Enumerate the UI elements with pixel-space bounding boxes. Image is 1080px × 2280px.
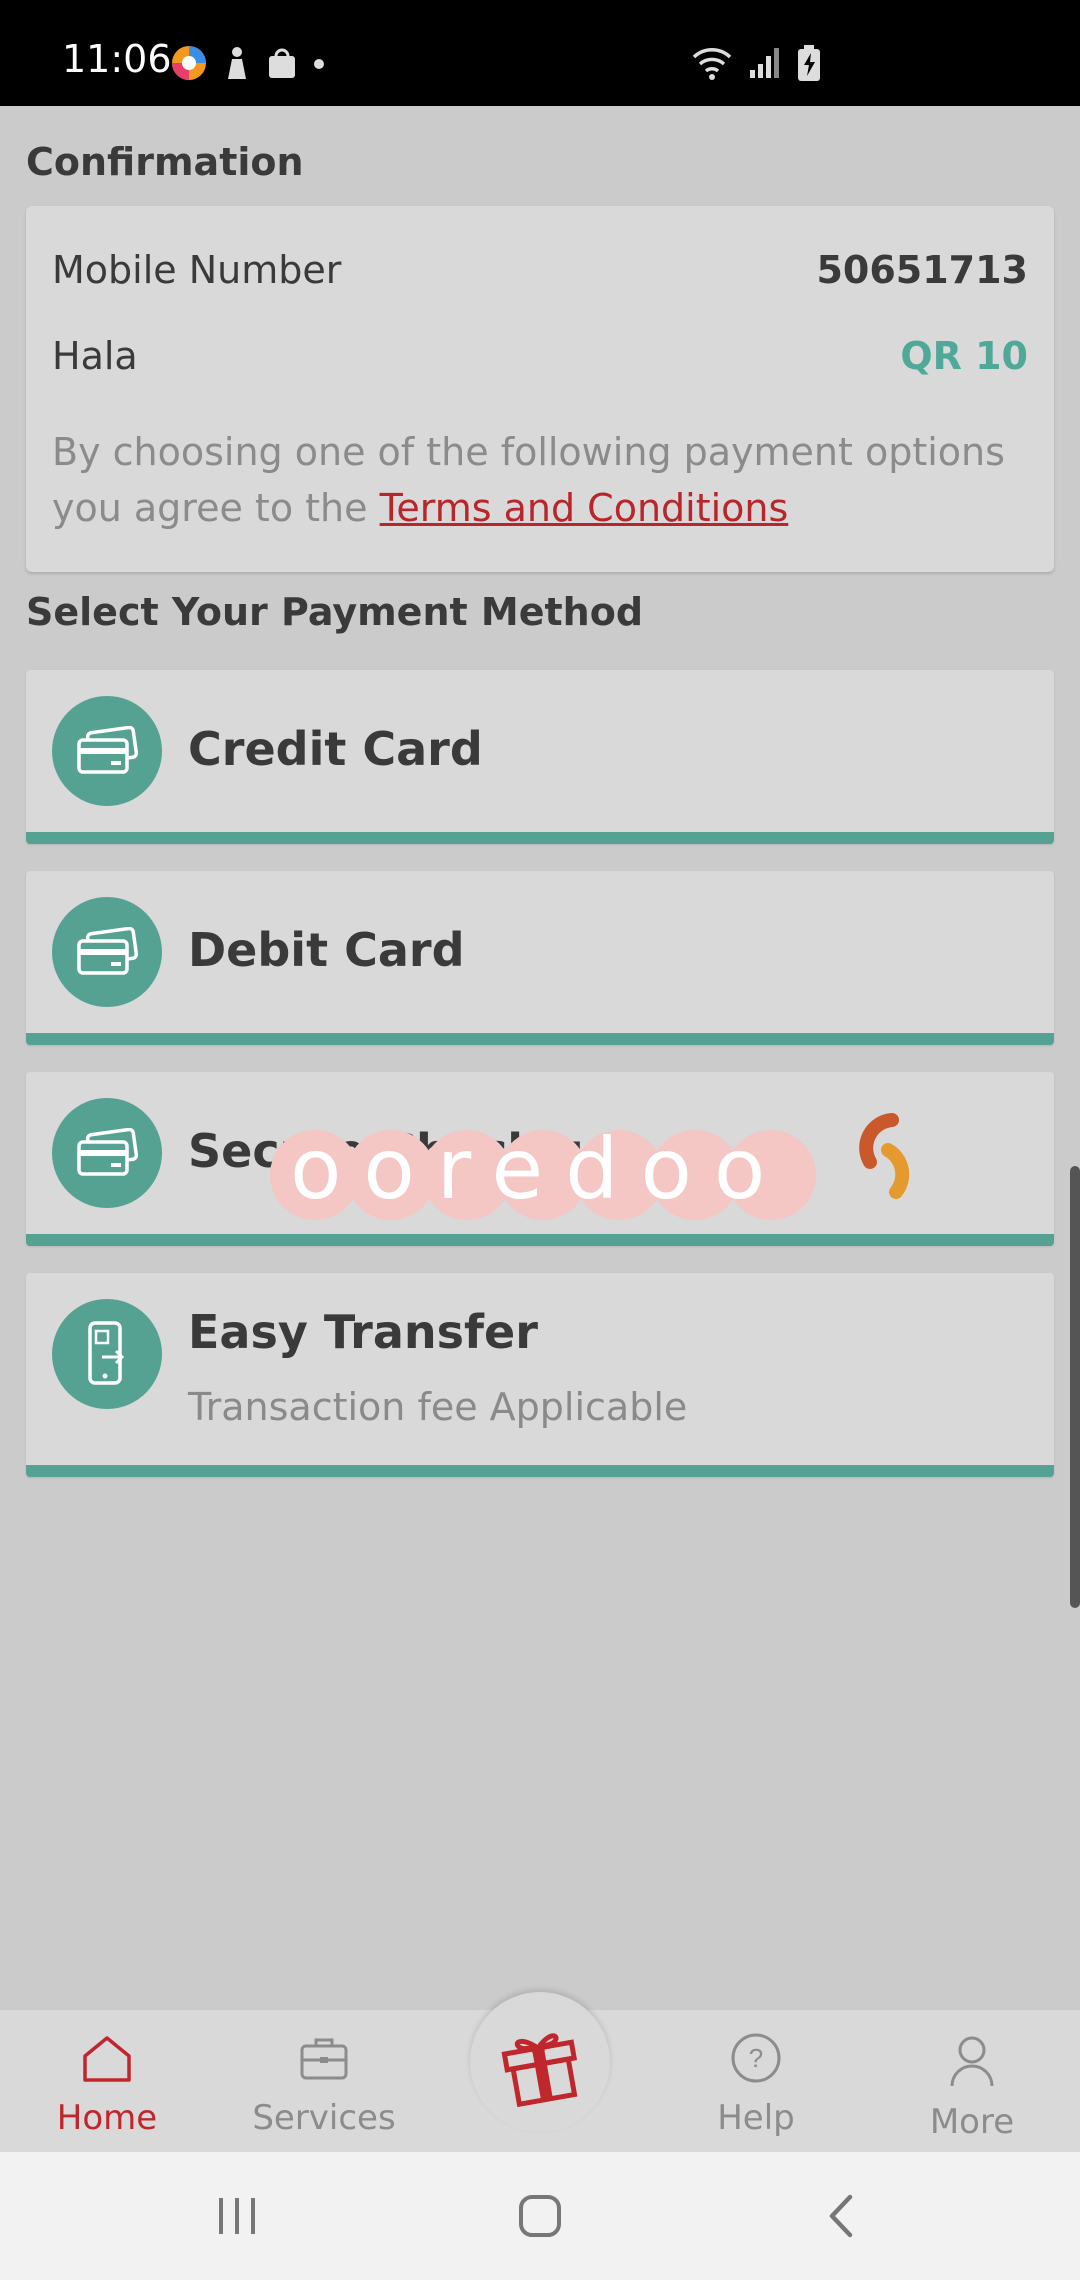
spinner-icon [852,1110,932,1204]
qr-transfer-icon [52,1299,162,1409]
wifi-icon [690,45,734,85]
nav-more-label: More [929,2102,1015,2142]
debit-card-label: Debit Card [188,923,465,977]
mobile-number-label: Mobile Number [52,248,342,292]
gift-button[interactable] [470,1992,610,2132]
plan-amount: QR 10 [900,334,1028,378]
mobile-number-value: 50651713 [816,248,1028,292]
system-nav-bar [0,2152,1080,2280]
confirmation-card: Mobile Number 50651713 Hala QR 10 By cho… [26,206,1054,572]
nav-home-label: Home [56,2098,158,2138]
home-circle-icon[interactable] [510,2186,570,2246]
status-bar: 11:06 [0,0,1080,106]
payment-method-title: Select Your Payment Method [26,590,644,634]
loader-brand-text: ooredoo [290,1120,788,1218]
debit-card-option[interactable]: Debit Card [26,871,1054,1045]
terms-text: By choosing one of the following payment… [52,424,1028,536]
mobile-number-row: Mobile Number 50651713 [52,248,1028,292]
home-icon [79,2036,135,2088]
credit-card-icon [52,1098,162,1208]
plan-row: Hala QR 10 [52,334,1028,378]
confirmation-title: Confirmation [26,140,304,184]
dot-icon [312,56,326,75]
nav-services-label: Services [252,2098,396,2138]
nav-more[interactable]: More [882,2032,1062,2142]
credit-card-option[interactable]: Credit Card [26,670,1054,844]
plan-label: Hala [52,334,138,378]
nav-home[interactable]: Home [17,2032,197,2138]
battery-charging-icon [796,44,822,86]
scrollbar[interactable] [1070,1166,1080,1608]
loading-indicator: ooredoo [270,1110,950,1230]
nav-help-label: Help [717,2098,795,2138]
svg-text:?: ? [749,2043,763,2073]
recents-icon[interactable] [208,2186,268,2246]
easy-transfer-option[interactable]: Easy Transfer Transaction fee Applicable [26,1273,1054,1477]
app-icon [222,45,252,85]
gift-icon [492,2012,588,2112]
shopping-bag-icon [266,46,298,84]
status-time: 11:06 [62,37,172,81]
briefcase-icon [296,2038,352,2088]
credit-card-label: Credit Card [188,722,483,776]
back-icon[interactable] [812,2186,872,2246]
browser-icon [170,44,208,86]
credit-card-icon [52,897,162,1007]
nav-help[interactable]: ? Help [666,2032,846,2138]
credit-card-icon [52,696,162,806]
user-icon [944,2036,1000,2092]
help-icon: ? [728,2033,784,2088]
signal-icon [748,46,782,84]
terms-link[interactable]: Terms and Conditions [380,486,789,530]
nav-services[interactable]: Services [234,2032,414,2138]
easy-transfer-label: Easy Transfer [188,1305,538,1359]
easy-transfer-subtitle: Transaction fee Applicable [188,1385,688,1429]
